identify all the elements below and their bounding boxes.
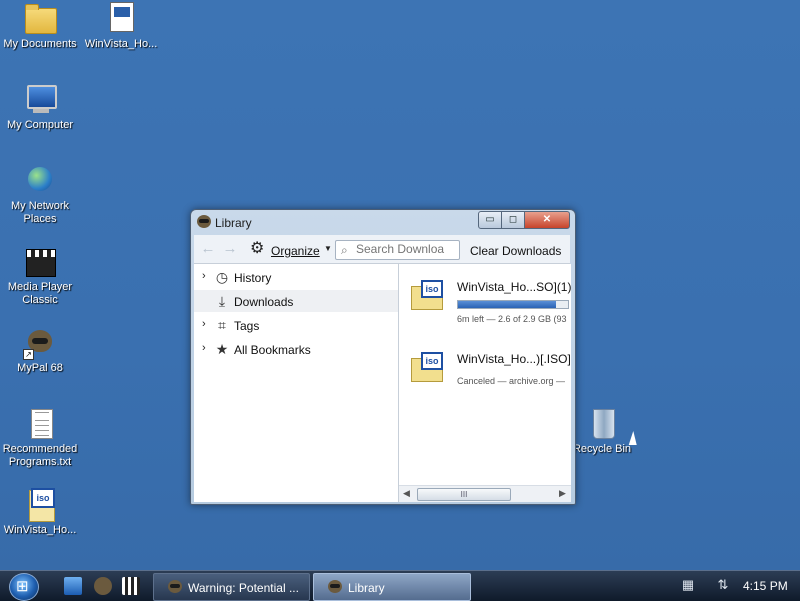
start-button[interactable]	[9, 573, 39, 601]
clock-icon: ◷	[215, 269, 229, 285]
iso-file-icon: iso	[411, 280, 443, 310]
title-bar[interactable]: Library ▭ ◻ ✕	[191, 210, 575, 234]
tree-item-label: Downloads	[234, 295, 294, 309]
mypal-icon	[197, 215, 211, 228]
download-filename: WinVista_Ho...SO](1).is	[457, 280, 571, 294]
scroll-right-icon[interactable]: ▶	[559, 488, 566, 499]
expand-arrow-icon[interactable]: ›	[202, 318, 206, 330]
download-status: Canceled — archive.org —	[457, 376, 566, 386]
download-progress-bar	[457, 300, 569, 309]
toolbar: ← → ⚙ Organize ▼ ⌕ Clear Downloads	[194, 235, 570, 264]
search-icon: ⌕	[341, 243, 348, 257]
scroll-left-icon[interactable]: ◀	[403, 488, 410, 499]
desktop-icon-my-computer[interactable]: My Computer	[0, 83, 80, 132]
iso-file-icon: iso	[23, 488, 57, 522]
desktop-icon-label: WinVista_Ho...	[3, 524, 77, 536]
horizontal-scrollbar[interactable]: ◀ III ▶	[399, 485, 571, 502]
clock[interactable]: 4:15 PM	[743, 579, 788, 593]
recycle-bin-icon	[593, 409, 615, 439]
taskbar-button-label: Library	[348, 581, 385, 595]
desktop-icon-label: My Computer	[6, 119, 74, 131]
expand-arrow-icon[interactable]: ›	[202, 270, 206, 282]
tree-item-label: History	[234, 271, 272, 285]
network-tray-icon[interactable]: ⇅	[716, 578, 730, 592]
ie-quicklaunch-icon[interactable]	[64, 577, 82, 595]
chevron-down-icon[interactable]: ▼	[324, 244, 332, 253]
tree-item-tags[interactable]: › ⌗ Tags	[194, 314, 398, 336]
tag-icon: ⌗	[218, 317, 226, 333]
star-icon: ★	[215, 341, 229, 357]
tree-item-history[interactable]: › ◷ History	[194, 266, 398, 288]
back-arrow-icon[interactable]: ←	[200, 241, 216, 257]
tree-item-all-bookmarks[interactable]: › ★ All Bookmarks	[194, 338, 398, 360]
desktop-icon-winvista-doc[interactable]: WinVista_Ho...	[81, 2, 161, 51]
desktop-icon-label: MyPal 68	[17, 362, 63, 374]
iso-file-icon: iso	[411, 352, 443, 382]
desktop-icon-recommended-programs[interactable]: Recommended Programs.txt	[0, 407, 80, 469]
tree-item-downloads[interactable]: ⤓ Downloads	[194, 290, 398, 312]
mypal-icon	[328, 580, 342, 593]
library-tree: › ◷ History ⤓ Downloads › ⌗ Tags › ★ All…	[194, 264, 399, 502]
scroll-thumb[interactable]: III	[417, 488, 511, 501]
desktop-icon-winvista-iso[interactable]: iso WinVista_Ho...	[0, 488, 80, 537]
close-button[interactable]: ✕	[524, 211, 570, 229]
network-icon	[28, 167, 52, 191]
download-item[interactable]: iso WinVista_Ho...)[.ISO].is Canceled — …	[399, 342, 571, 406]
keyboard-tray-icon[interactable]: ▦	[681, 578, 695, 592]
download-item[interactable]: iso WinVista_Ho...SO](1).is 6m left — 2.…	[399, 270, 571, 334]
taskbar-button-warning[interactable]: Warning: Potential ...	[153, 573, 310, 601]
forward-arrow-icon[interactable]: →	[222, 241, 238, 257]
expand-arrow-icon[interactable]: ›	[202, 342, 206, 354]
desktop-icon-media-player-classic[interactable]: Media Player Classic	[0, 245, 80, 307]
folder-icon	[25, 4, 57, 34]
mypal-quicklaunch-icon[interactable]	[94, 577, 112, 595]
document-icon	[110, 2, 134, 32]
library-window: Library ▭ ◻ ✕ ← → ⚙ Organize ▼ ⌕ Clear D…	[190, 209, 576, 505]
taskbar-button-library[interactable]: Library	[313, 573, 471, 601]
clear-downloads-button[interactable]: Clear Downloads	[470, 244, 561, 258]
desktop: My Documents WinVista_Ho... My Computer …	[0, 0, 800, 570]
desktop-icon-mypal[interactable]: ↗ MyPal 68	[0, 326, 80, 375]
computer-icon	[27, 85, 57, 109]
search-box[interactable]: ⌕	[335, 240, 460, 260]
desktop-icon-label: My Documents	[3, 38, 77, 50]
tree-item-label: Tags	[234, 319, 260, 333]
download-progress-fill	[458, 301, 556, 308]
taskbar-button-label: Warning: Potential ...	[188, 581, 299, 595]
tree-item-label: All Bookmarks	[234, 343, 311, 357]
organize-button[interactable]: Organize	[271, 244, 320, 258]
download-filename: WinVista_Ho...)[.ISO].is	[457, 352, 571, 366]
download-status: 6m left — 2.6 of 2.9 GB (93	[457, 314, 567, 324]
download-icon: ⤓	[218, 293, 226, 309]
desktop-icon-my-documents[interactable]: My Documents	[0, 2, 80, 51]
maximize-button[interactable]: ◻	[501, 211, 525, 229]
window-title: Library	[215, 216, 252, 230]
clapper-icon	[26, 249, 56, 277]
gear-icon[interactable]: ⚙	[250, 241, 266, 257]
mypal-icon	[168, 580, 182, 593]
desktop-icon-label: Recommended Programs.txt	[2, 443, 78, 468]
desktop-icon-my-network-places[interactable]: My Network Places	[0, 164, 80, 226]
taskbar: Warning: Potential ... Library ▦ ⇅ 4:15 …	[0, 570, 800, 601]
desktop-icon-label: My Network Places	[10, 200, 70, 225]
desktop-icon-label: WinVista_Ho...	[84, 38, 158, 50]
text-file-icon	[31, 409, 53, 439]
minimize-button[interactable]: ▭	[478, 211, 502, 229]
shortcut-arrow-icon: ↗	[23, 349, 34, 360]
downloads-list: iso WinVista_Ho...SO](1).is 6m left — 2.…	[399, 264, 571, 502]
media-player-quicklaunch-icon[interactable]	[122, 577, 140, 595]
search-input[interactable]	[356, 242, 454, 256]
desktop-icon-label: Media Player Classic	[7, 281, 73, 306]
